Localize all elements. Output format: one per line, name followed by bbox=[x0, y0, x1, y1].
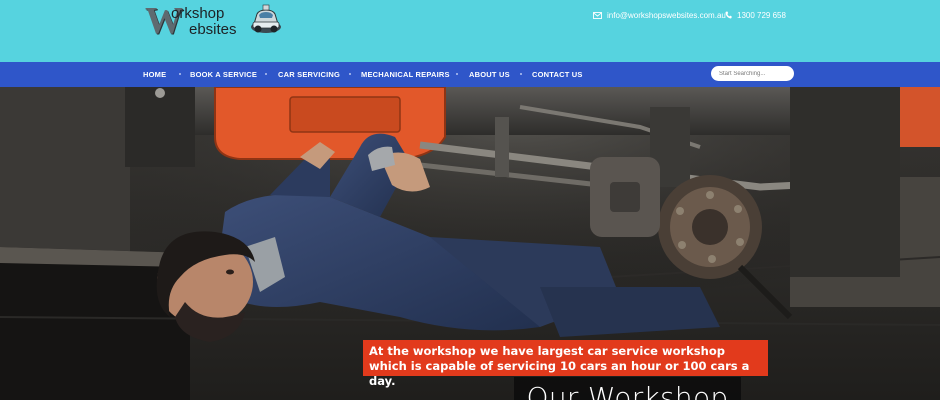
site-header: W orkshop ebsites info@workshopswebsites… bbox=[0, 0, 940, 62]
nav-item-mechanical-repairs[interactable]: MECHANICAL REPAIRS bbox=[361, 62, 450, 87]
contact-email[interactable]: info@workshopswebsites.com.au bbox=[593, 9, 726, 21]
main-nav: HOME BOOK A SERVICE CAR SERVICING MECHAN… bbox=[0, 62, 940, 87]
car-icon bbox=[251, 4, 281, 33]
contact-phone-text[interactable]: 1300 729 658 bbox=[737, 11, 786, 20]
nav-item-about-us[interactable]: ABOUT US bbox=[469, 62, 510, 87]
logo-text-line2: ebsites bbox=[189, 21, 237, 38]
nav-item-home[interactable]: HOME bbox=[143, 62, 166, 87]
nav-separator bbox=[520, 73, 522, 75]
hero-caption: At the workshop we have largest car serv… bbox=[363, 340, 768, 388]
nav-separator bbox=[456, 73, 458, 75]
nav-separator bbox=[265, 73, 267, 75]
phone-icon bbox=[725, 11, 732, 19]
nav-item-car-servicing[interactable]: CAR SERVICING bbox=[278, 62, 340, 87]
logo-text-line1: orkshop bbox=[171, 5, 225, 22]
nav-separator bbox=[179, 73, 181, 75]
site-logo[interactable]: W orkshop ebsites bbox=[145, 0, 285, 46]
contact-email-text[interactable]: info@workshopswebsites.com.au bbox=[607, 11, 726, 20]
nav-separator bbox=[349, 73, 351, 75]
nav-item-book-a-service[interactable]: BOOK A SERVICE bbox=[190, 62, 257, 87]
nav-item-contact-us[interactable]: CONTACT US bbox=[532, 62, 583, 87]
envelope-icon bbox=[593, 11, 602, 19]
hero-caption-line1: At the workshop we have largest car serv… bbox=[369, 344, 725, 358]
search-input[interactable] bbox=[711, 66, 794, 81]
hero-caption-line2: which is capable of servicing 10 cars an… bbox=[369, 359, 750, 388]
contact-phone[interactable]: 1300 729 658 bbox=[725, 9, 786, 21]
